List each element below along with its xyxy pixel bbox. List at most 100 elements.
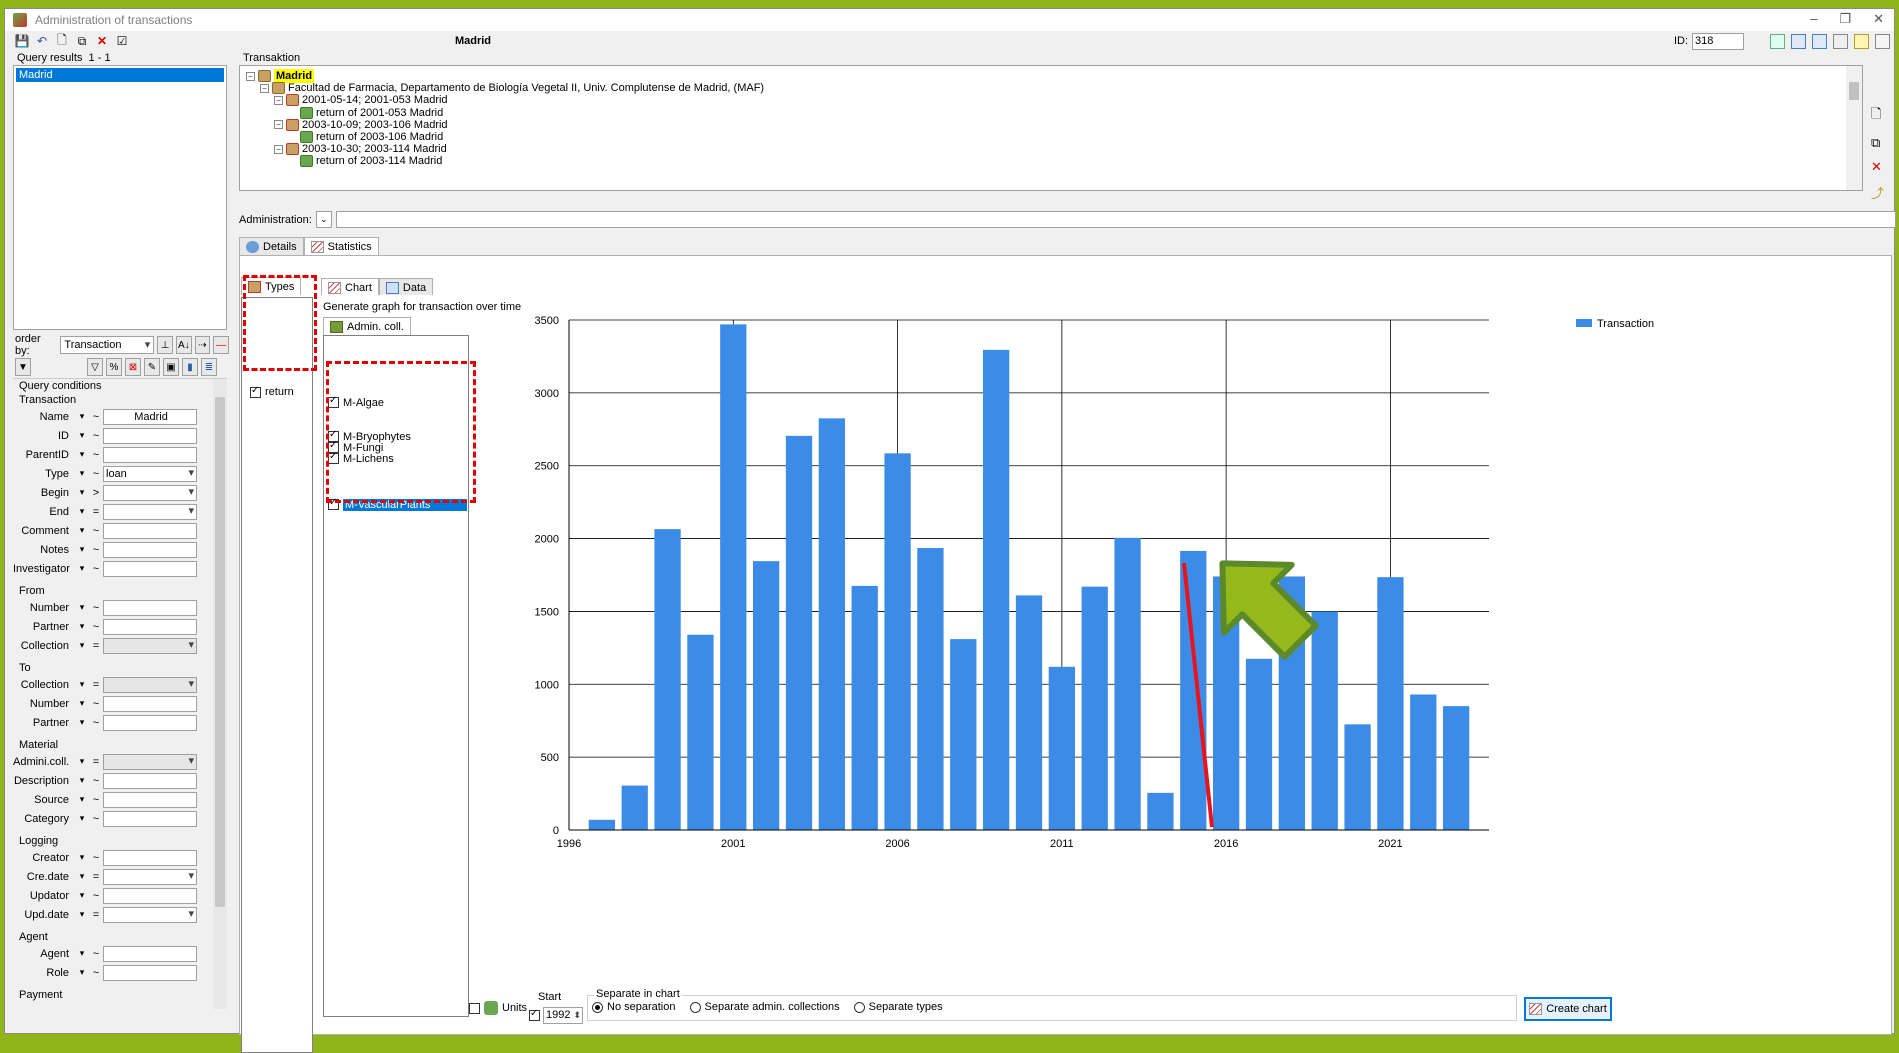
condition-input[interactable]	[103, 541, 197, 558]
undo-icon[interactable]: ↶	[35, 34, 49, 48]
filter-remove-icon[interactable]: ⊠	[125, 358, 141, 376]
option-no-separation[interactable]: No separation	[592, 1001, 676, 1013]
restore-icon[interactable]: ❐	[1839, 11, 1851, 27]
sort-az-icon[interactable]: A↓	[175, 336, 192, 354]
condition-input[interactable]	[103, 522, 197, 539]
tab-data[interactable]: Data	[378, 278, 434, 296]
operator-dropdown-icon[interactable]: ▾	[75, 890, 89, 901]
checkbox-icon[interactable]: ☑	[115, 34, 129, 48]
operator-label[interactable]: ~	[89, 430, 103, 442]
operator-label[interactable]: ~	[89, 468, 103, 480]
operator-dropdown-icon[interactable]: ▾	[75, 909, 89, 920]
condition-input[interactable]	[103, 637, 197, 654]
return-checkbox[interactable]	[250, 385, 261, 398]
operator-dropdown-icon[interactable]: ▾	[75, 717, 89, 728]
delete-icon[interactable]: ✕	[95, 34, 109, 48]
condition-input[interactable]	[103, 887, 197, 904]
condition-input[interactable]	[103, 446, 197, 463]
pin-toggle-icon[interactable]: ⇢	[194, 336, 211, 354]
orderby-select[interactable]: Transaction	[60, 336, 155, 354]
operator-dropdown-icon[interactable]: ▾	[75, 640, 89, 651]
type-item-return[interactable]: return	[250, 385, 294, 398]
dropdown-arrow-icon[interactable]: ▼	[15, 358, 31, 376]
filter-add-icon[interactable]: %	[106, 358, 122, 376]
delete-red-icon[interactable]: ✕	[1871, 159, 1884, 175]
close-window-icon[interactable]: ✕	[1873, 11, 1884, 27]
operator-dropdown-icon[interactable]: ▾	[75, 679, 89, 690]
operator-label[interactable]: =	[89, 640, 103, 652]
condition-input[interactable]	[103, 599, 197, 616]
condition-input[interactable]	[103, 849, 197, 866]
operator-label[interactable]: =	[89, 909, 103, 921]
layout-icon[interactable]: ▮	[182, 358, 198, 376]
radio-no-separation[interactable]	[592, 1001, 603, 1013]
remove-icon[interactable]: —	[213, 336, 229, 354]
operator-dropdown-icon[interactable]: ▾	[75, 487, 89, 498]
operator-dropdown-icon[interactable]: ▾	[75, 871, 89, 882]
tree-icon[interactable]	[1854, 33, 1869, 49]
tab-details[interactable]: Details	[239, 237, 304, 255]
operator-label[interactable]: ~	[89, 852, 103, 864]
operator-dropdown-icon[interactable]: ▾	[75, 967, 89, 978]
condition-input[interactable]	[103, 772, 197, 789]
operator-label[interactable]: ~	[89, 544, 103, 556]
operator-label[interactable]: ~	[89, 602, 103, 614]
copy-icon[interactable]: ⧉	[75, 34, 89, 48]
new-icon[interactable]: 🗋	[55, 33, 69, 48]
condition-input[interactable]	[103, 964, 197, 981]
operator-label[interactable]: ~	[89, 449, 103, 461]
condition-input[interactable]	[103, 695, 197, 712]
option-separate-types[interactable]: Separate types	[853, 1001, 943, 1013]
collapse-icon[interactable]: −	[274, 95, 283, 105]
operator-dropdown-icon[interactable]: ▾	[75, 506, 89, 517]
operator-label[interactable]: ~	[89, 698, 103, 710]
filter-save-icon[interactable]: ▣	[163, 358, 179, 376]
list-icon[interactable]: ≣	[201, 358, 217, 376]
operator-dropdown-icon[interactable]: ▾	[75, 411, 89, 422]
administration-input[interactable]	[335, 211, 1896, 228]
pin-icon[interactable]: ⊥	[157, 336, 173, 354]
radio-separate-types[interactable]	[853, 1001, 865, 1013]
operator-dropdown-icon[interactable]: ▾	[75, 621, 89, 632]
operator-dropdown-icon[interactable]: ▾	[75, 525, 89, 536]
scroll-thumb[interactable]	[215, 397, 225, 907]
condition-input[interactable]	[103, 906, 197, 923]
operator-label[interactable]: >	[89, 487, 103, 499]
minimize-icon[interactable]: –	[1810, 11, 1817, 27]
operator-dropdown-icon[interactable]: ▾	[75, 563, 89, 574]
operator-label[interactable]: ~	[89, 411, 103, 423]
tree-node[interactable]: return of 2003-114 Madrid	[288, 154, 442, 168]
operator-dropdown-icon[interactable]: ▾	[75, 794, 89, 805]
condition-input[interactable]	[103, 868, 197, 885]
operator-dropdown-icon[interactable]: ▾	[75, 698, 89, 709]
parent-icon[interactable]: ⤴	[1871, 183, 1884, 202]
operator-label[interactable]: =	[89, 756, 103, 768]
operator-dropdown-icon[interactable]: ▾	[75, 813, 89, 824]
operator-label[interactable]: =	[89, 871, 103, 883]
operator-label[interactable]: =	[89, 679, 103, 691]
condition-input[interactable]	[103, 810, 197, 827]
tree-scrollbar[interactable]	[1846, 66, 1862, 190]
operator-dropdown-icon[interactable]: ▾	[75, 775, 89, 786]
operator-label[interactable]: ~	[89, 525, 103, 537]
operator-dropdown-icon[interactable]: ▾	[75, 948, 89, 959]
administration-dropdown[interactable]: ⌄	[315, 211, 332, 228]
document-icon[interactable]	[1875, 33, 1890, 49]
condition-input[interactable]	[103, 753, 197, 770]
filter-icon[interactable]: ▽	[87, 358, 103, 376]
operator-label[interactable]: ~	[89, 775, 103, 787]
operator-dropdown-icon[interactable]: ▾	[75, 756, 89, 767]
radio-separate-admin[interactable]	[689, 1001, 701, 1013]
condition-input[interactable]	[103, 618, 197, 635]
operator-label[interactable]: ~	[89, 717, 103, 729]
operator-label[interactable]: ~	[89, 794, 103, 806]
open-icon[interactable]	[1770, 33, 1785, 49]
operator-label[interactable]: ~	[89, 813, 103, 825]
operator-label[interactable]: =	[89, 506, 103, 518]
query-results-list[interactable]: Madrid	[13, 65, 227, 330]
table-icon[interactable]	[1812, 33, 1827, 49]
scroll-thumb[interactable]	[1849, 82, 1859, 100]
new-doc-icon[interactable]: 🗋	[1871, 105, 1884, 127]
tab-admin-coll[interactable]: Admin. coll.	[323, 317, 411, 335]
operator-label[interactable]: ~	[89, 967, 103, 979]
